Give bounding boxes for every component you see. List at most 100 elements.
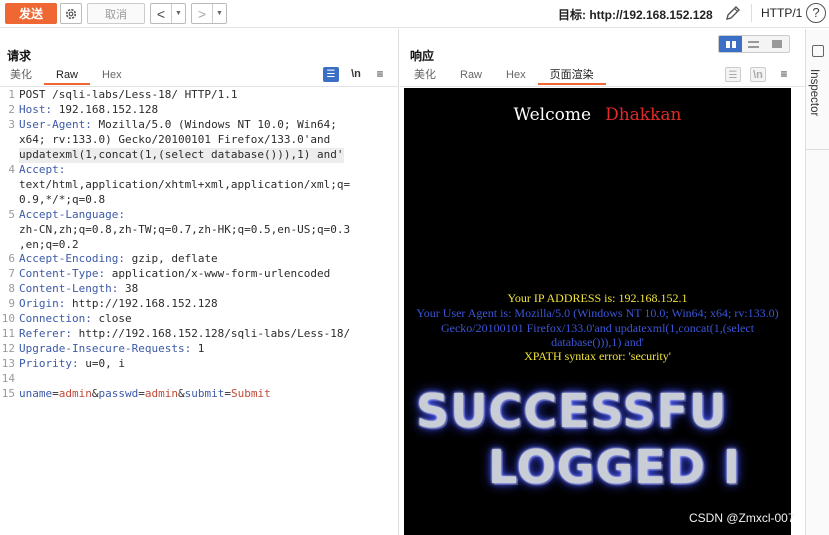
response-tab-raw[interactable]: Raw	[448, 67, 494, 85]
http-version-toggle[interactable]: HTTP/1	[761, 6, 802, 20]
request-line[interactable]: updatexml(1,concat(1,(select database())…	[0, 147, 398, 163]
show-newlines-toggle[interactable]: \n	[348, 67, 364, 82]
inspector-label: Inspector	[808, 69, 820, 117]
help-icon[interactable]: ?	[806, 3, 826, 23]
request-line[interactable]: ,en;q=0.2	[0, 238, 398, 253]
wrap-lines-icon[interactable]: ☰	[323, 67, 339, 82]
request-line[interactable]: 8 Content-Length: 38	[0, 282, 398, 297]
back-history-dropdown[interactable]: ▼	[171, 4, 185, 23]
columns-icon	[725, 40, 736, 48]
request-line[interactable]: 9 Origin: http://192.168.152.128	[0, 297, 398, 312]
cancel-button[interactable]: 取消	[87, 3, 145, 24]
line-segment: 192.168.152.128	[52, 102, 159, 116]
request-line[interactable]: 6 Accept-Encoding: gzip, deflate	[0, 252, 398, 267]
request-line[interactable]: 14	[0, 372, 398, 387]
request-line[interactable]: 4 Accept:	[0, 163, 398, 178]
line-text: updatexml(1,concat(1,(select database())…	[19, 147, 344, 163]
response-menu-icon[interactable]: ≡	[776, 67, 792, 82]
forward-button[interactable]: > ▼	[191, 3, 227, 24]
header-name: Accept:	[19, 162, 66, 176]
edit-target-button[interactable]	[723, 3, 745, 23]
layout-single-button[interactable]	[765, 36, 789, 52]
ip-address-line: Your IP ADDRESS is: 192.168.152.1	[507, 291, 688, 305]
param-value: Submit	[231, 387, 271, 401]
line-text: User-Agent: Mozilla/5.0 (Windows NT 10.0…	[19, 118, 337, 133]
response-title: 响应	[410, 49, 435, 63]
request-line[interactable]: 0.9,*/*;q=0.8	[0, 193, 398, 208]
send-button[interactable]: 发送	[5, 3, 57, 24]
line-text: ,en;q=0.2	[19, 238, 79, 253]
user-agent-line: Your User Agent is: Mozilla/5.0 (Windows…	[416, 306, 779, 349]
request-line[interactable]: 13 Priority: u=0, i	[0, 357, 398, 372]
line-number: 6	[8, 252, 15, 266]
response-tab-hex[interactable]: Hex	[494, 67, 538, 85]
request-menu-icon[interactable]: ≡	[372, 67, 388, 82]
request-line[interactable]: 3 User-Agent: Mozilla/5.0 (Windows NT 10.…	[0, 118, 398, 133]
rows-icon	[748, 40, 760, 48]
request-tab-raw[interactable]: Raw	[44, 67, 91, 85]
param-value: admin	[58, 387, 92, 401]
line-number: 10	[1, 312, 15, 326]
request-editor[interactable]: 1 POST /sqli-labs/Less-18/ HTTP/1.1 2 Host:…	[0, 88, 398, 402]
request-tab-pretty[interactable]: 美化	[0, 67, 44, 85]
line-segment: zh-CN,zh;q=0.8,zh-TW;q=0.7,zh-HK;q=0.5,e…	[19, 222, 351, 236]
layout-side-by-side-button[interactable]	[719, 36, 743, 52]
request-line[interactable]: 11 Referer: http://192.168.152.128/sqli-l…	[0, 327, 398, 342]
line-segment: 38	[118, 282, 139, 296]
line-segment: 1	[191, 342, 205, 356]
header-name: Content-Length:	[19, 282, 119, 296]
watermark: CSDN @Zmxcl-007	[689, 511, 795, 525]
line-segment: &	[178, 387, 185, 401]
line-number: 5	[8, 207, 15, 221]
request-line[interactable]: 15 uname=admin&passwd=admin&submit=Submit	[0, 387, 398, 402]
request-tab-hex[interactable]: Hex	[90, 67, 134, 85]
request-line[interactable]: 5 Accept-Language:	[0, 208, 398, 223]
response-tabs: 美化 Raw Hex 页面渲染	[402, 67, 606, 85]
forward-history-dropdown[interactable]: ▼	[212, 4, 226, 23]
request-line[interactable]: 7 Content-Type: application/x-www-form-ur…	[0, 267, 398, 282]
target-label: 目标: http://192.168.152.128	[558, 8, 713, 22]
back-button[interactable]: < ▼	[150, 3, 186, 24]
request-line[interactable]: 1 POST /sqli-labs/Less-18/ HTTP/1.1	[0, 88, 398, 103]
line-segment: &	[91, 387, 99, 401]
line-segment: =	[224, 387, 231, 401]
line-segment: text/html,application/xhtml+xml,applicat…	[19, 177, 351, 191]
line-segment: 0.9,*/*;q=0.8	[19, 192, 106, 206]
line-segment: POST /sqli-labs/Less-18/ HTTP/1.1	[19, 88, 238, 101]
request-line[interactable]: 12 Upgrade-Insecure-Requests: 1	[0, 342, 398, 357]
request-line[interactable]: text/html,application/xhtml+xml,applicat…	[0, 178, 398, 193]
line-segment: gzip, deflate	[124, 252, 218, 266]
header-name: Connection:	[19, 312, 92, 326]
response-tabs-divider	[400, 86, 805, 87]
line-number: 7	[8, 267, 15, 281]
header-name: Priority:	[19, 357, 79, 371]
response-show-newlines-toggle[interactable]: \n	[750, 67, 766, 82]
header-name: Accept-Encoding:	[19, 252, 125, 266]
param-value: admin	[144, 387, 178, 401]
request-line[interactable]: 2 Host: 192.168.152.128	[0, 103, 398, 118]
line-number: 15	[1, 387, 15, 401]
request-line[interactable]: 10 Connection: close	[0, 312, 398, 327]
request-line[interactable]: zh-CN,zh;q=0.8,zh-TW;q=0.7,zh-HK;q=0.5,e…	[0, 223, 398, 238]
line-segment: updatexml(1,concat(1,(select database())…	[19, 147, 344, 161]
header-name: Content-Type:	[19, 267, 106, 281]
line-segment: =	[52, 387, 59, 401]
line-text: zh-CN,zh;q=0.8,zh-TW;q=0.7,zh-HK;q=0.5,e…	[19, 223, 350, 238]
rendered-page: Welcome Dhakkan Your IP ADDRESS is: 192.1…	[404, 88, 791, 535]
line-number: 13	[1, 357, 15, 371]
response-pane: 响应 美化 Raw Hex 页面渲染 ☰ \n ≡ Welcome Dhakkan…	[400, 29, 805, 535]
line-text: Upgrade-Insecure-Requests: 1	[19, 342, 204, 357]
response-tab-render[interactable]: 页面渲染	[537, 67, 606, 85]
response-tab-pretty[interactable]: 美化	[402, 67, 448, 85]
line-number: 3	[8, 117, 15, 131]
request-line[interactable]: x64; rv:133.0) Gecko/20100101 Firefox/13…	[0, 133, 398, 148]
layout-stacked-button[interactable]	[742, 36, 766, 52]
settings-button[interactable]	[60, 3, 82, 24]
forward-arrow-icon: >	[197, 5, 207, 22]
inspector-panel[interactable]: Inspector	[805, 29, 829, 535]
line-text: Priority: u=0, i	[19, 357, 125, 372]
welcome-text: Welcome	[513, 105, 592, 125]
response-wrap-lines-icon[interactable]: ☰	[725, 67, 741, 82]
header-name: Origin:	[19, 297, 66, 311]
line-text: text/html,application/xhtml+xml,applicat…	[19, 178, 350, 193]
